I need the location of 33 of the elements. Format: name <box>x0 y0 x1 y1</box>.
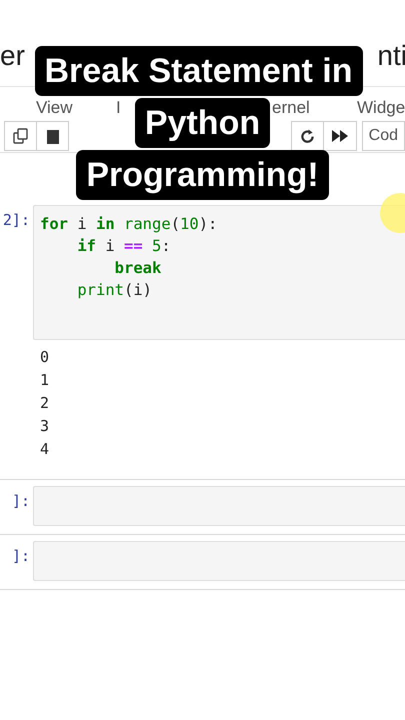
code-line: print(i) <box>76 280 153 301</box>
notebook-title: er <box>0 39 25 73</box>
code-input[interactable] <box>33 486 405 526</box>
code-line: if i == 5: <box>76 236 172 257</box>
restart-icon <box>301 129 314 143</box>
code-line: break <box>114 258 162 279</box>
caption-text: Break Statement in <box>34 46 362 96</box>
cell-prompt: ]: <box>10 546 30 565</box>
cell-prompt: 2]: <box>2 210 30 229</box>
output-line: 1 <box>40 370 50 391</box>
cell-type-dropdown[interactable]: Cod <box>362 121 405 151</box>
copy-button[interactable] <box>4 121 38 151</box>
output-line: 0 <box>40 347 50 368</box>
output-line: 2 <box>40 393 50 414</box>
caption-text: Python <box>134 98 270 148</box>
menu-item[interactable]: Widge <box>357 99 405 120</box>
fast-forward-icon <box>332 130 348 142</box>
code-input[interactable]: for i in range(10): if i == 5: break print(i) <box>33 205 405 340</box>
output-line: 3 <box>40 416 50 437</box>
menu-item[interactable]: View <box>36 99 73 120</box>
paste-button[interactable] <box>36 121 70 151</box>
menu-item[interactable]: I <box>116 99 121 120</box>
copy-icon <box>12 128 29 144</box>
cell-prompt: ]: <box>10 491 30 510</box>
menu-item[interactable]: ernel <box>272 99 310 120</box>
code-line: for i in range(10): <box>40 214 218 235</box>
run-all-button[interactable] <box>323 121 357 151</box>
caption-text: Programming! <box>76 150 329 200</box>
restart-button[interactable] <box>291 121 324 151</box>
clipboard-icon <box>46 128 60 144</box>
code-input[interactable] <box>33 541 405 581</box>
notebook-title: nti <box>377 39 405 73</box>
output-line: 4 <box>40 439 50 460</box>
